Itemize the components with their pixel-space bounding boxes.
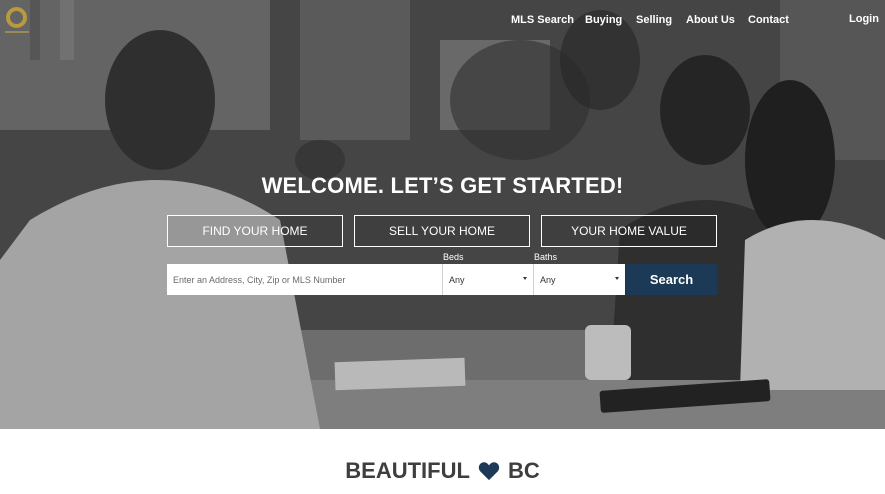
chevron-down-icon [523,277,527,280]
nav-item-selling[interactable]: Selling [636,14,672,26]
section-title-left: BEAUTIFUL [345,458,470,483]
nav-item-mls-search[interactable]: MLS Search [511,14,574,26]
baths-label: Baths [534,252,558,262]
hero-headline: WELCOME. LET’S GET STARTED! [261,173,624,198]
beds-select[interactable]: Any [442,264,533,295]
your-home-value-button[interactable]: YOUR HOME VALUE [541,215,717,247]
baths-select[interactable]: Any [533,264,625,295]
main-nav: MLS Search Buying Selling About Us Conta… [0,13,885,28]
baths-select-value: Any [540,274,556,285]
beds-select-value: Any [449,274,465,285]
hero-banner: MLS Search Buying Selling About Us Conta… [0,0,885,429]
search-input[interactable] [167,264,443,295]
chevron-down-icon [615,277,619,280]
brand-logo-wordmark [5,31,29,33]
heart-icon [478,462,500,481]
section-title-right: BC [507,458,540,483]
nav-item-contact[interactable]: Contact [748,14,789,26]
sell-your-home-button[interactable]: SELL YOUR HOME [354,215,530,247]
find-your-home-button[interactable]: FIND YOUR HOME [167,215,343,247]
search-button[interactable]: Search [626,264,717,295]
nav-item-about-us[interactable]: About Us [686,14,735,26]
nav-item-buying[interactable]: Buying [585,14,622,26]
beds-label: Beds [443,252,464,262]
section-title: BEAUTIFUL BC [0,458,885,484]
login-link[interactable]: Login [849,13,879,25]
